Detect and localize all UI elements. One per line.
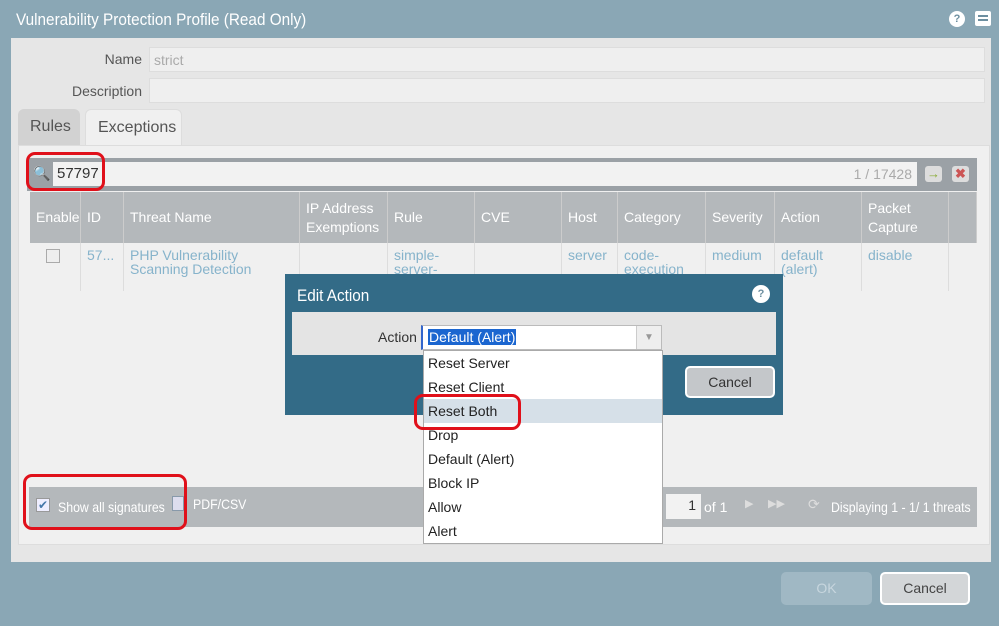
col-host[interactable]: Host: [562, 192, 618, 243]
action-select[interactable]: Default (Alert) ▼: [421, 325, 662, 350]
refresh-icon[interactable]: ⟳: [808, 496, 820, 513]
action-dropdown: Reset Server Reset Client Reset Both Dro…: [423, 350, 663, 544]
threat-name-cell[interactable]: PHP Vulnerability Scanning Detection: [124, 243, 300, 291]
ok-button[interactable]: OK: [781, 572, 872, 605]
option-allow[interactable]: Allow: [424, 495, 662, 519]
description-field[interactable]: [149, 78, 985, 103]
action-label: Action: [378, 329, 417, 345]
annotation-reset-both-highlight: [414, 394, 521, 430]
annotation-show-all-highlight: [23, 474, 187, 530]
window-title: Vulnerability Protection Profile (Read O…: [16, 10, 307, 29]
col-ip-exemptions[interactable]: IP Address Exemptions: [300, 192, 388, 243]
col-packet-capture[interactable]: Packet Capture: [862, 192, 949, 243]
search-count: 1 / 17428: [853, 166, 912, 182]
option-default-alert[interactable]: Default (Alert): [424, 447, 662, 471]
maximize-icon[interactable]: [975, 11, 991, 26]
col-cve[interactable]: CVE: [475, 192, 562, 243]
packet-capture-cell[interactable]: disable: [862, 243, 949, 291]
col-threat-name[interactable]: Threat Name: [124, 192, 300, 243]
tab-rules[interactable]: Rules: [18, 109, 80, 145]
chevron-down-icon[interactable]: ▼: [636, 326, 661, 349]
tab-exceptions[interactable]: Exceptions: [85, 109, 182, 145]
action-select-value: Default (Alert): [428, 329, 517, 345]
next-page-icon[interactable]: ▶: [745, 497, 753, 510]
col-category[interactable]: Category: [618, 192, 706, 243]
help-icon[interactable]: ?: [949, 11, 965, 27]
dialog-cancel-button[interactable]: Cancel: [685, 366, 775, 398]
col-id[interactable]: ID: [81, 192, 124, 243]
description-label: Description: [71, 83, 142, 99]
dialog-title: Edit Action: [297, 286, 370, 305]
col-rule[interactable]: Rule: [388, 192, 475, 243]
displaying-count: Displaying 1 - 1/ 1 threats: [831, 499, 971, 515]
apply-filter-icon[interactable]: →: [925, 166, 942, 182]
col-spacer: [949, 192, 977, 243]
dialog-help-icon[interactable]: ?: [752, 285, 770, 303]
option-reset-server[interactable]: Reset Server: [424, 351, 662, 375]
option-alert[interactable]: Alert: [424, 519, 662, 543]
id-cell: 57...: [81, 243, 124, 291]
col-severity[interactable]: Severity: [706, 192, 775, 243]
option-block-ip[interactable]: Block IP: [424, 471, 662, 495]
last-page-icon[interactable]: ▶▶: [768, 497, 785, 510]
action-cell[interactable]: default (alert): [775, 243, 862, 291]
cancel-button[interactable]: Cancel: [880, 572, 970, 605]
annotation-search-highlight: [26, 152, 105, 191]
clear-filter-icon[interactable]: ✖: [952, 166, 969, 182]
col-enable[interactable]: Enable: [30, 192, 81, 243]
enable-checkbox[interactable]: [46, 249, 60, 263]
search-input[interactable]: 57797: [53, 162, 917, 186]
col-action[interactable]: Action: [775, 192, 862, 243]
enable-cell: [30, 243, 81, 291]
page-input[interactable]: 1: [666, 494, 701, 519]
name-field[interactable]: strict: [149, 47, 985, 72]
page-of: of 1: [704, 499, 728, 515]
export-pdf-csv[interactable]: PDF/CSV: [193, 496, 246, 512]
name-label: Name: [104, 51, 142, 67]
